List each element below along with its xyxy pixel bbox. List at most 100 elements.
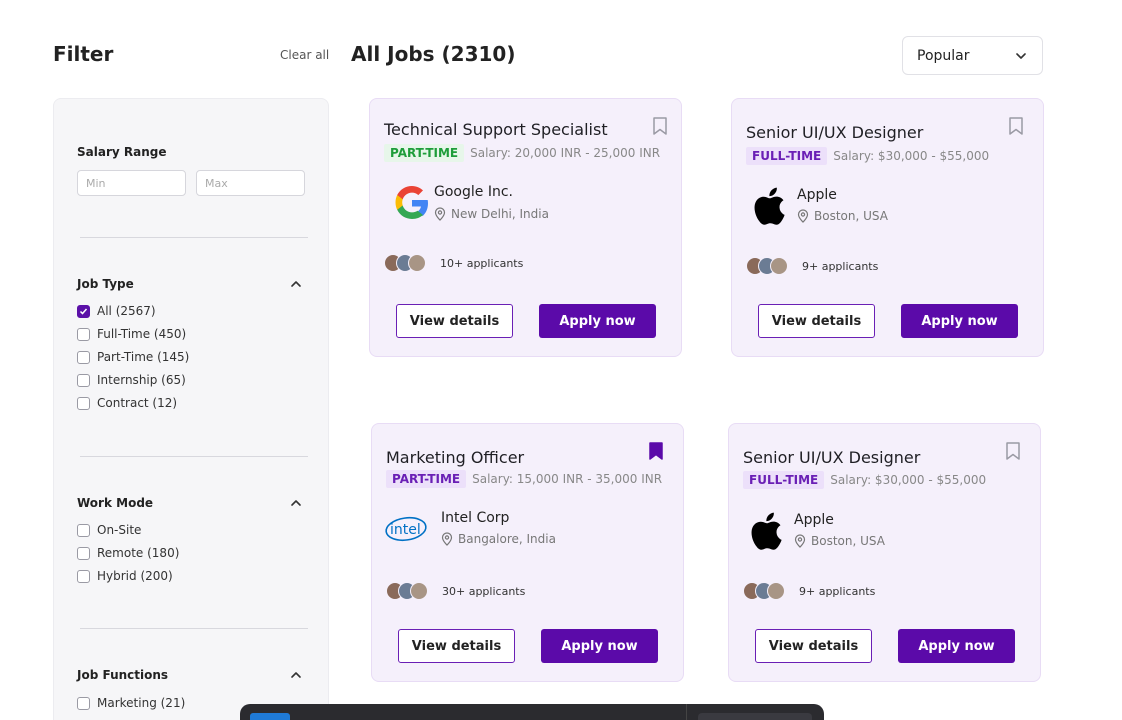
- toolbar-divider: [686, 704, 687, 720]
- job-type-option-contract[interactable]: Contract (12): [77, 396, 177, 410]
- chevron-up-icon[interactable]: [289, 668, 303, 682]
- salary-text: Salary: $30,000 - $55,000: [833, 149, 990, 163]
- bookmark-icon[interactable]: [1007, 116, 1025, 136]
- checkbox[interactable]: [77, 546, 90, 560]
- job-location: Boston, USA: [797, 209, 888, 223]
- toolbar-app-icon[interactable]: [250, 713, 290, 720]
- bookmark-filled-icon[interactable]: [647, 441, 665, 461]
- checkbox[interactable]: [77, 327, 90, 341]
- work-mode-option-on-site[interactable]: On-Site: [77, 523, 141, 537]
- job-meta: PART-TIME Salary: 15,000 INR - 35,000 IN…: [386, 470, 662, 488]
- sort-selected-value: Popular: [917, 47, 970, 64]
- job-type-option-part-time[interactable]: Part-Time (145): [77, 350, 189, 364]
- apple-logo: [751, 512, 782, 550]
- view-details-button[interactable]: View details: [758, 304, 875, 338]
- location-text: Boston, USA: [814, 209, 888, 223]
- checkbox-checked[interactable]: [77, 304, 90, 318]
- view-details-button[interactable]: View details: [396, 304, 513, 338]
- checkbox[interactable]: [77, 350, 90, 364]
- job-location: Bangalore, India: [441, 532, 556, 546]
- svg-text:intel: intel: [390, 522, 421, 538]
- intel-logo: intel: [385, 516, 427, 542]
- job-type-tag: FULL-TIME: [743, 471, 825, 489]
- salary-min-input[interactable]: [77, 170, 186, 196]
- chevron-down-icon: [1016, 52, 1026, 59]
- job-type-tag: PART-TIME: [386, 470, 467, 488]
- option-label: Contract (12): [97, 396, 178, 410]
- location-text: New Delhi, India: [451, 207, 549, 221]
- option-label: Full-Time (450): [97, 327, 187, 341]
- checkbox[interactable]: [77, 373, 90, 387]
- checkbox[interactable]: [77, 696, 90, 710]
- apply-now-button[interactable]: Apply now: [539, 304, 656, 338]
- divider: [80, 237, 308, 238]
- location-text: Boston, USA: [811, 534, 885, 548]
- job-card[interactable]: Technical Support Specialist PART-TIME S…: [369, 98, 682, 357]
- job-location: New Delhi, India: [434, 207, 549, 221]
- applicants-count: 9+ applicants: [799, 585, 876, 598]
- clear-all-link[interactable]: Clear all: [280, 48, 329, 62]
- job-type-option-all[interactable]: All (2567): [77, 304, 156, 318]
- checkbox[interactable]: [77, 523, 90, 537]
- chevron-up-icon[interactable]: [289, 277, 303, 291]
- divider: [80, 456, 308, 457]
- job-card[interactable]: Senior UI/UX Designer FULL-TIME Salary: …: [728, 423, 1041, 682]
- avatar: [410, 582, 428, 600]
- option-label: Remote (180): [97, 546, 180, 560]
- applicant-avatars: [386, 582, 428, 600]
- option-label: On-Site: [97, 523, 142, 537]
- job-meta: PART-TIME Salary: 20,000 INR - 25,000 IN…: [384, 144, 660, 162]
- apply-now-button[interactable]: Apply now: [541, 629, 658, 663]
- sort-dropdown[interactable]: Popular: [902, 36, 1043, 75]
- job-type-tag: PART-TIME: [384, 144, 465, 162]
- work-mode-option-hybrid[interactable]: Hybrid (200): [77, 569, 173, 583]
- applicants-count: 9+ applicants: [802, 260, 879, 273]
- company-name: Intel Corp: [441, 510, 510, 526]
- company-name: Apple: [794, 512, 834, 528]
- location-pin-icon: [797, 209, 809, 223]
- salary-max-input[interactable]: [196, 170, 305, 196]
- bookmark-icon[interactable]: [651, 116, 669, 136]
- option-label: All (2567): [97, 304, 156, 318]
- salary-text: Salary: 15,000 INR - 35,000 INR: [472, 472, 663, 486]
- job-type-tag: FULL-TIME: [746, 147, 828, 165]
- work-mode-option-remote[interactable]: Remote (180): [77, 546, 179, 560]
- chevron-up-icon[interactable]: [289, 496, 303, 510]
- job-title: Senior UI/UX Designer: [746, 123, 924, 142]
- job-type-option-internship[interactable]: Internship (65): [77, 373, 186, 387]
- applicants-count: 30+ applicants: [442, 585, 526, 598]
- view-details-button[interactable]: View details: [398, 629, 515, 663]
- checkbox[interactable]: [77, 569, 90, 583]
- divider: [80, 628, 308, 629]
- checkbox[interactable]: [77, 396, 90, 410]
- apple-logo: [754, 187, 785, 225]
- job-type-option-full-time[interactable]: Full-Time (450): [77, 327, 186, 341]
- job-title: Technical Support Specialist: [384, 120, 608, 139]
- location-pin-icon: [434, 207, 446, 221]
- jobs-title: All Jobs (2310): [351, 42, 516, 66]
- company-name: Apple: [797, 187, 837, 203]
- company-name: Google Inc.: [434, 184, 513, 200]
- job-meta: FULL-TIME Salary: $30,000 - $55,000: [746, 147, 989, 165]
- option-label: Internship (65): [97, 373, 186, 387]
- apply-now-button[interactable]: Apply now: [901, 304, 1018, 338]
- google-logo: [395, 186, 428, 219]
- job-function-option-marketing[interactable]: Marketing (21): [77, 696, 185, 710]
- job-type-label: Job Type: [77, 277, 134, 291]
- salary-text: Salary: 20,000 INR - 25,000 INR: [470, 146, 661, 160]
- view-details-button[interactable]: View details: [755, 629, 872, 663]
- applicants-count: 10+ applicants: [440, 257, 524, 270]
- job-location: Boston, USA: [794, 534, 885, 548]
- job-title: Senior UI/UX Designer: [743, 448, 921, 467]
- job-title: Marketing Officer: [386, 448, 525, 467]
- apply-now-button[interactable]: Apply now: [898, 629, 1015, 663]
- job-card[interactable]: Marketing Officer PART-TIME Salary: 15,0…: [371, 423, 684, 682]
- filter-sidebar: Salary Range Job Type All (2567) Full-Ti…: [53, 98, 329, 720]
- toolbar-control[interactable]: [698, 713, 812, 720]
- job-card[interactable]: Senior UI/UX Designer FULL-TIME Salary: …: [731, 98, 1044, 357]
- bookmark-icon[interactable]: [1004, 441, 1022, 461]
- job-meta: FULL-TIME Salary: $30,000 - $55,000: [743, 471, 986, 489]
- avatar: [408, 254, 426, 272]
- applicant-avatars: [746, 257, 788, 275]
- job-functions-label: Job Functions: [77, 668, 169, 682]
